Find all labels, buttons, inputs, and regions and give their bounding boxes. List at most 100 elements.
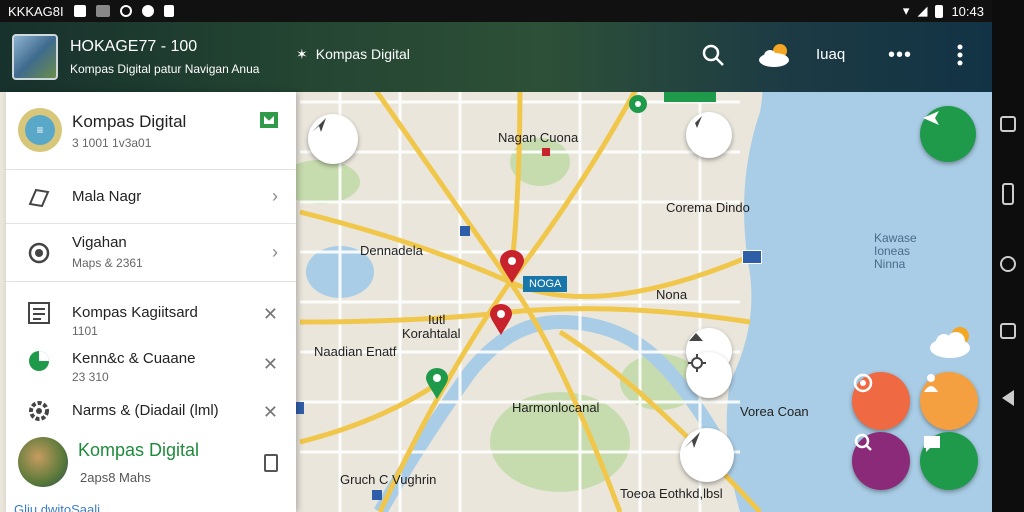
recent-item-sublabel: 1101 <box>72 324 98 338</box>
close-icon[interactable]: ✕ <box>263 402 278 423</box>
navigate-fab[interactable] <box>920 106 976 162</box>
close-icon[interactable]: ✕ <box>263 354 278 375</box>
mail-icon[interactable] <box>260 112 278 128</box>
recent-item[interactable]: Kenn&c & Cuaane 23 310 ✕ <box>6 338 296 388</box>
recent-item-label: Kenn&c & Cuaane <box>72 350 196 367</box>
status-left-text: KKKAG8I <box>8 3 64 19</box>
home-icon[interactable] <box>1000 255 1016 272</box>
app-title: HOKAGE77 - 100 <box>70 38 198 55</box>
direction-button[interactable] <box>686 112 732 158</box>
tablet-icon[interactable] <box>264 454 278 472</box>
brand-label: Kompas Digital <box>315 46 410 62</box>
map-label: Iutl <box>428 312 446 327</box>
brand: ✶ Kompas Digital <box>296 46 410 63</box>
map-label: Toeoa Eothkd,lbsl <box>620 486 723 501</box>
navigation-arrow-icon <box>684 432 700 448</box>
signal-icon: ◢ <box>917 3 928 18</box>
transit-icon <box>460 226 470 236</box>
chevron-right-icon: › <box>272 186 278 206</box>
menu-item[interactable]: Mala Nagr › <box>6 170 296 224</box>
side-panel: ≡ Kompas Digital 3 1001 1v3a01 Mala Nagr… <box>6 92 296 512</box>
map-label: Corema Dindo <box>666 200 750 215</box>
map-label-water: Kawase Ioneas Ninna <box>874 231 917 271</box>
account-name: Kompas Digital <box>72 112 187 131</box>
map-label: Harmonlocanal <box>512 400 600 415</box>
search-icon <box>854 433 872 451</box>
wifi-icon: ▾ <box>902 3 910 18</box>
account-row[interactable]: ≡ Kompas Digital 3 1001 1v3a01 <box>6 92 296 170</box>
close-icon[interactable]: ✕ <box>263 304 278 325</box>
recent-item[interactable]: Kompas Kagiitsard 1101 ✕ <box>6 282 296 338</box>
app-subtitle: Kompas Digital patur Navigan Anua <box>70 62 260 76</box>
profile-subtitle: 2aps8 Mahs <box>80 470 151 485</box>
notification-icon <box>163 5 174 17</box>
compass-icon <box>312 118 326 132</box>
crosshair-icon <box>688 354 706 372</box>
target-icon <box>853 373 873 393</box>
chevron-right-icon: › <box>272 242 278 262</box>
road-shield-icon <box>742 250 762 264</box>
bottom-link[interactable]: Gliu dwitoSaali <box>14 502 100 512</box>
location-pin-icon[interactable] <box>426 368 448 400</box>
weather-cloud-icon[interactable] <box>926 322 976 362</box>
layers-icon <box>28 188 50 208</box>
person-icon <box>924 374 938 392</box>
map-label: Gruch C Vughrin <box>340 472 437 487</box>
app-notification-icon <box>95 5 110 17</box>
image-notification-icon <box>73 5 86 17</box>
map-callout[interactable]: NOGA <box>523 276 568 292</box>
map-label: Dennadela <box>360 243 423 258</box>
recents-icon[interactable] <box>1000 115 1016 132</box>
list-icon <box>28 302 50 324</box>
recent-item-label: Narms & (Diadail (lml) <box>72 402 219 419</box>
battery-icon <box>935 4 944 18</box>
recent-item-label: Kompas Kagiitsard <box>72 304 198 321</box>
pie-icon <box>29 351 49 371</box>
phone-icon[interactable] <box>1002 182 1014 205</box>
top-app-bar: HOKAGE77 - 100 Kompas Digital patur Navi… <box>0 22 992 92</box>
sync-icon <box>119 5 132 17</box>
menu-item-label: Vigahan <box>72 234 127 251</box>
location-pin-icon[interactable] <box>490 304 512 336</box>
user-label[interactable]: Iuaq <box>816 46 845 63</box>
chat-fab[interactable] <box>920 432 978 490</box>
poi-icon <box>542 148 550 156</box>
back-icon[interactable] <box>1002 390 1014 407</box>
map-label: Naadian Enatf <box>314 344 397 359</box>
map-label: Nagan Cuona <box>498 130 579 145</box>
navigation-arrow-icon <box>690 116 702 128</box>
location-pin-icon[interactable] <box>628 94 648 116</box>
menu-item[interactable]: Vigahan Maps & 2361 › <box>6 224 296 282</box>
sparkle-icon: ✶ <box>296 46 308 62</box>
map-label: Korahtalal <box>402 326 461 341</box>
directions-icon <box>923 111 939 125</box>
camera-icon <box>141 5 154 17</box>
account-avatar: ≡ <box>18 108 62 152</box>
location-pin-icon[interactable] <box>500 250 524 284</box>
triangle-up-icon <box>689 333 703 341</box>
recent-item[interactable]: Narms & (Diadail (lml) ✕ <box>6 388 296 434</box>
map-thumbnail[interactable] <box>12 34 58 80</box>
map-label: Vorea Coan <box>740 404 809 419</box>
recent-item-sublabel: 23 310 <box>72 370 109 384</box>
route-button[interactable] <box>680 428 734 482</box>
profile-avatar[interactable] <box>18 437 68 487</box>
more-horizontal-icon[interactable]: ••• <box>888 44 912 67</box>
status-bar: KKKAG8I ▾ ◢ 10:43 <box>0 0 992 22</box>
search-place-fab[interactable] <box>852 432 910 490</box>
edit-icon[interactable] <box>1000 323 1016 340</box>
map-app-screen: { "status_bar": { "left_text": "KKKAG8I"… <box>0 0 1024 512</box>
more-vertical-icon[interactable] <box>950 42 970 68</box>
clock: 10:43 <box>951 3 984 19</box>
compass-button[interactable] <box>308 114 358 164</box>
my-location-button[interactable] <box>686 352 732 398</box>
weather-icon[interactable] <box>756 40 794 70</box>
profile-title: Kompas Digital <box>78 440 200 460</box>
map-label: Nona <box>656 287 688 302</box>
person-fab[interactable] <box>920 372 978 430</box>
menu-item-label: Mala Nagr <box>72 188 142 205</box>
system-navigation-bar <box>992 0 1024 512</box>
record-fab[interactable] <box>852 372 910 430</box>
search-icon[interactable] <box>700 42 726 68</box>
transit-icon <box>372 490 382 500</box>
